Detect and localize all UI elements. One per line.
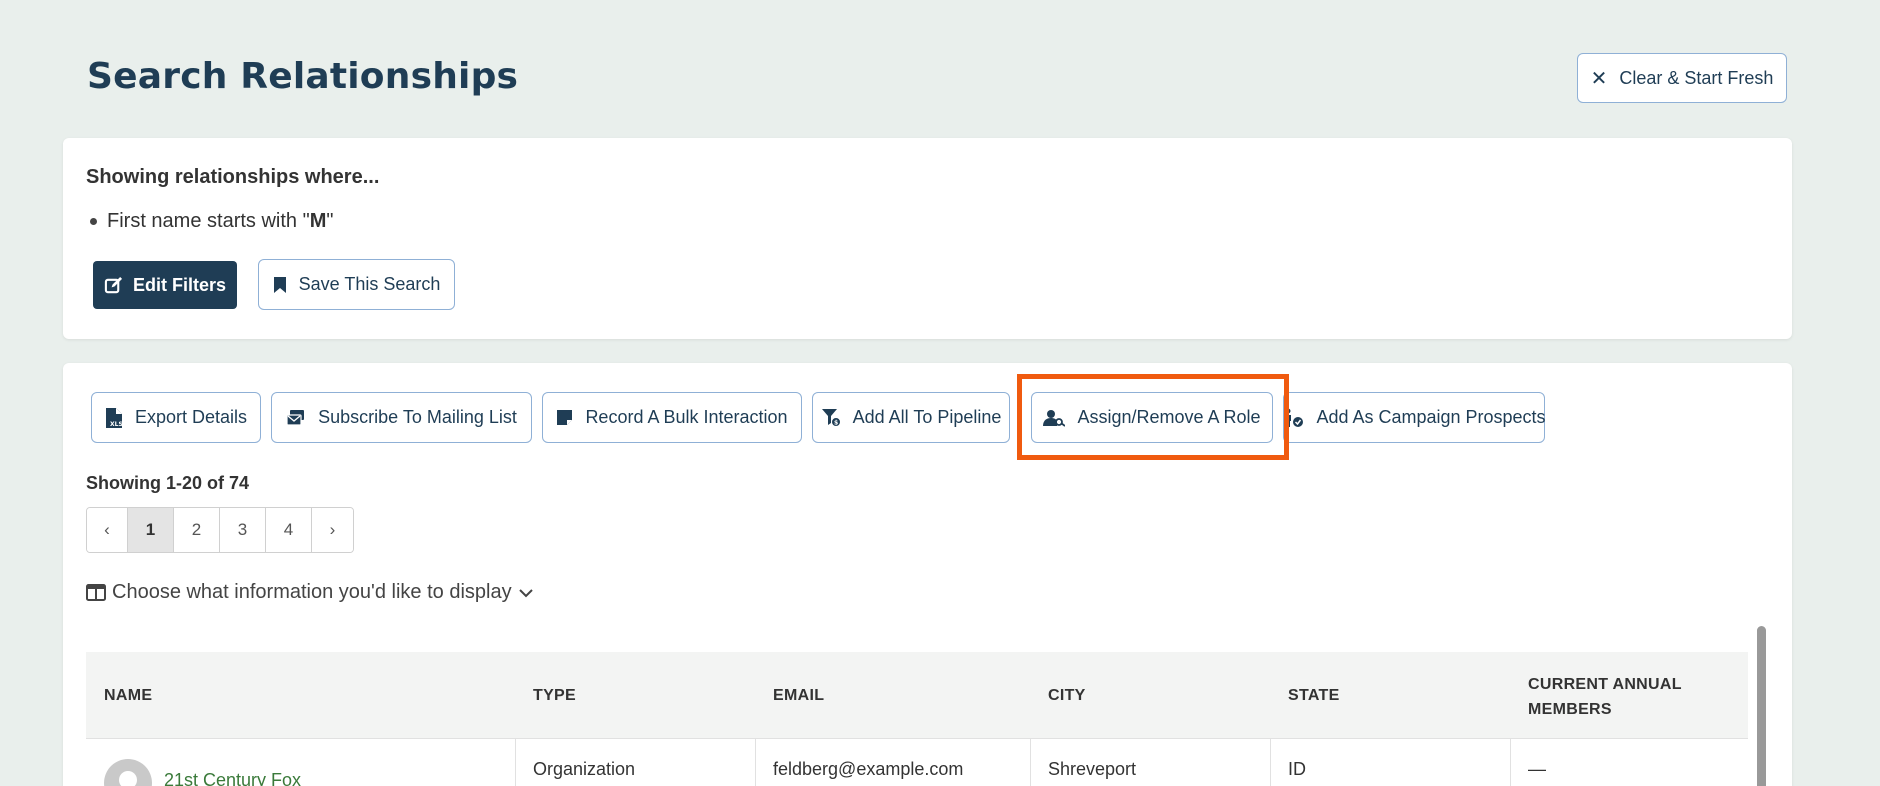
- save-search-label: Save This Search: [298, 274, 441, 294]
- column-header-email[interactable]: EMAIL: [773, 683, 1003, 708]
- funnel-icon: $: [821, 408, 841, 427]
- add-campaign-prospects-button[interactable]: Add As Campaign Prospects: [1282, 392, 1546, 443]
- column-header-name[interactable]: NAME: [104, 683, 334, 708]
- results-card: XLS Export Details Subscribe To Mailing …: [63, 363, 1792, 786]
- filter-prefix: First name starts with ": [107, 210, 310, 232]
- results-count: Showing 1-20 of 74: [86, 473, 250, 493]
- bullet-icon: [90, 218, 97, 225]
- export-details-button[interactable]: XLS Export Details: [91, 392, 261, 443]
- note-icon: [556, 409, 573, 426]
- clear-button-label: Clear & Start Fresh: [1619, 67, 1774, 88]
- column-header-members[interactable]: CURRENT ANNUAL MEMBERS: [1528, 672, 1728, 722]
- column-header-city[interactable]: CITY: [1048, 683, 1278, 708]
- columns-icon: [86, 584, 106, 601]
- xls-file-icon: XLS: [105, 407, 123, 429]
- pagination: ‹ 1 2 3 4 ›: [86, 507, 354, 553]
- relationships-table: NAME TYPE EMAIL CITY STATE CURRENT ANNUA…: [86, 652, 1748, 786]
- column-header-type[interactable]: TYPE: [533, 683, 763, 708]
- filter-item: First name starts with "M": [90, 210, 333, 233]
- svg-text:$: $: [834, 420, 838, 427]
- pagination-next[interactable]: ›: [312, 508, 353, 552]
- pagination-page[interactable]: 2: [174, 508, 220, 552]
- avatar: [104, 759, 152, 786]
- action-label: Add As Campaign Prospects: [1316, 407, 1546, 427]
- mailing-list-icon: [286, 409, 306, 427]
- table-header: NAME TYPE EMAIL CITY STATE CURRENT ANNUA…: [86, 652, 1748, 739]
- cell-members: —: [1528, 759, 1546, 779]
- cell-type: Organization: [533, 759, 636, 779]
- relationship-name-link[interactable]: 21st Century Fox: [164, 770, 301, 786]
- pagination-page[interactable]: 4: [266, 508, 312, 552]
- edit-filters-label: Edit Filters: [132, 274, 226, 295]
- action-label: Export Details: [134, 407, 248, 427]
- action-label: Assign/Remove A Role: [1077, 407, 1261, 427]
- filters-card: Showing relationships where... First nam…: [63, 138, 1792, 339]
- pagination-prev[interactable]: ‹: [87, 508, 128, 552]
- edit-icon: [104, 276, 123, 295]
- vertical-scrollbar[interactable]: [1757, 626, 1766, 786]
- filters-heading: Showing relationships where...: [86, 166, 380, 188]
- svg-text:XLS: XLS: [110, 421, 123, 428]
- filter-value: M: [309, 210, 327, 232]
- action-label: Add All To Pipeline: [852, 407, 1002, 427]
- close-icon: ✕: [1590, 67, 1608, 90]
- edit-filters-button[interactable]: Edit Filters: [93, 261, 237, 309]
- subscribe-mailing-list-button[interactable]: Subscribe To Mailing List: [271, 392, 532, 443]
- pagination-page[interactable]: 3: [220, 508, 266, 552]
- chevron-down-icon: [518, 587, 534, 599]
- page-title: Search Relationships: [87, 56, 519, 97]
- save-search-button[interactable]: Save This Search: [258, 259, 455, 310]
- display-toggle-label: Choose what information you'd like to di…: [112, 581, 512, 603]
- pagination-page[interactable]: 1: [128, 508, 174, 552]
- bookmark-icon: [273, 276, 287, 294]
- table-row[interactable]: 21st Century Fox Organization feldberg@e…: [86, 739, 1748, 786]
- filter-suffix: ": [326, 210, 334, 232]
- action-label: Subscribe To Mailing List: [318, 407, 517, 427]
- clear-start-fresh-button[interactable]: ✕ Clear & Start Fresh: [1577, 53, 1787, 103]
- record-bulk-interaction-button[interactable]: Record A Bulk Interaction: [542, 392, 802, 443]
- cell-city: Shreveport: [1048, 759, 1137, 779]
- column-header-state[interactable]: STATE: [1288, 683, 1518, 708]
- cell-email: feldberg@example.com: [773, 759, 964, 779]
- person-check-icon: [1282, 408, 1304, 428]
- display-columns-toggle[interactable]: Choose what information you'd like to di…: [86, 581, 534, 604]
- cell-state: ID: [1288, 759, 1306, 779]
- add-all-to-pipeline-button[interactable]: $ Add All To Pipeline: [812, 392, 1010, 443]
- assign-remove-role-button[interactable]: Assign/Remove A Role: [1031, 392, 1273, 443]
- action-label: Record A Bulk Interaction: [585, 407, 788, 427]
- user-key-icon: [1043, 409, 1066, 427]
